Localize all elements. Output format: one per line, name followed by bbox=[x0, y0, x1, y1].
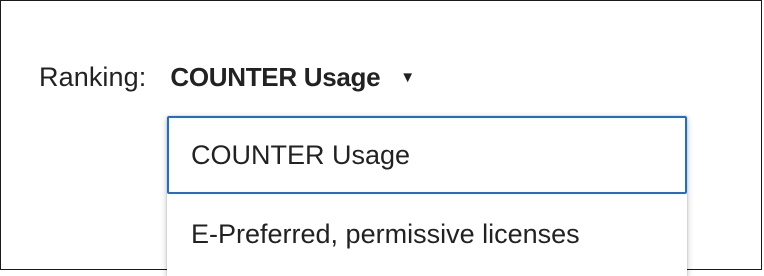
ranking-dropdown-menu: COUNTER Usage E-Preferred, permissive li… bbox=[167, 116, 687, 276]
ranking-selected-value[interactable]: COUNTER Usage bbox=[170, 62, 380, 93]
ranking-select[interactable]: COUNTER Usage ▼ bbox=[170, 62, 415, 93]
ranking-panel: Ranking: COUNTER Usage ▼ COUNTER Usage E… bbox=[0, 0, 762, 276]
dropdown-option-e-preferred[interactable]: E-Preferred, permissive licenses bbox=[167, 194, 687, 274]
ranking-label: Ranking: bbox=[39, 61, 147, 92]
triangle-down-icon[interactable]: ▼ bbox=[400, 70, 415, 85]
ranking-row: Ranking: COUNTER Usage ▼ bbox=[39, 57, 415, 97]
dropdown-option-counter-usage[interactable]: COUNTER Usage bbox=[167, 116, 687, 194]
